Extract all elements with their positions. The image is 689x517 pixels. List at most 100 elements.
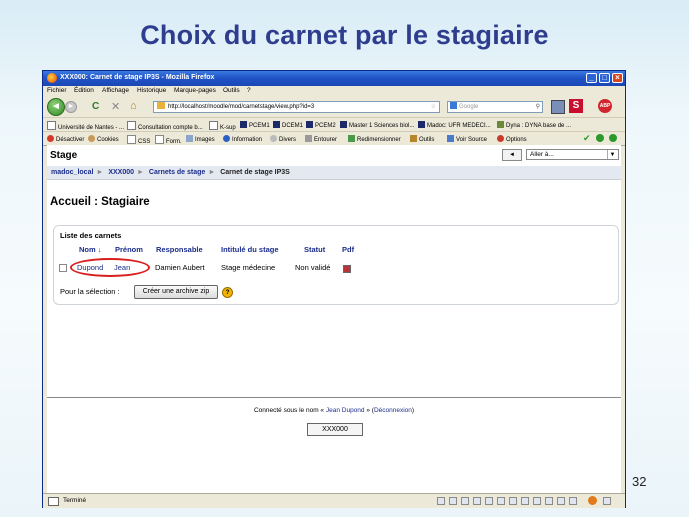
bookmark-item[interactable]: Consultation compte b... [127,121,203,131]
adblock-icon[interactable]: ABP [598,99,612,113]
bookmark-item[interactable]: Master 1 Sciences biol... [340,121,414,129]
css-icon [127,135,136,144]
status-tool-icon[interactable] [509,497,517,505]
footer-divider [47,397,621,398]
firefox-logo-icon [47,73,57,83]
menu-outils[interactable]: Outils [223,87,240,94]
status-tool-icon[interactable] [545,497,553,505]
column-header-pdf[interactable]: Pdf [342,245,354,254]
wd-images[interactable]: Images [186,135,215,143]
help-icon[interactable]: ? [222,287,233,298]
status-tool-icon[interactable] [485,497,493,505]
bookmark-item[interactable]: PCEM2 [306,121,336,129]
firefox-status-icon[interactable] [588,496,597,505]
wd-cookies[interactable]: Cookies [88,135,119,143]
maximize-button[interactable]: □ [599,73,610,83]
status-bar: Terminé [43,493,625,508]
column-header-statut[interactable]: Statut [304,245,325,254]
search-input[interactable]: Google ⚲ [447,101,543,113]
wd-voir-source[interactable]: Voir Source [447,135,487,143]
column-header-prenom[interactable]: Prénom [115,245,143,254]
prev-activity-button[interactable]: ◄ [502,149,522,161]
wd-divers[interactable]: Divers [270,135,296,143]
bookmark-item[interactable]: DCEM1 [273,121,303,129]
navigation-toolbar: ◄ ► C ✕ ⌂ http://localhost/moodle/mod/ca… [43,97,625,117]
create-zip-button[interactable]: Créer une archive zip [134,285,218,299]
chevron-down-icon: ▼ [607,150,617,159]
s-addon-icon[interactable]: S [569,99,583,113]
menu-affichage[interactable]: Affichage [102,87,129,94]
status-ok-icon[interactable] [609,134,617,142]
wd-entourer[interactable]: Entourer [305,135,337,143]
image-icon [186,135,193,142]
status-tool-icon[interactable] [437,497,445,505]
resize-icon [348,135,355,142]
bookmark-star-icon[interactable]: ☆ [431,102,436,112]
logout-link[interactable]: Déconnexion [374,407,412,414]
column-header-responsable[interactable]: Responsable [156,245,203,254]
home-icon[interactable]: ⌂ [130,100,137,112]
wd-form[interactable]: Form. [155,135,182,145]
slide-number: 32 [632,474,647,489]
status-tool-icon[interactable] [461,497,469,505]
url-bar[interactable]: http://localhost/moodle/mod/carnetstage/… [153,101,440,113]
wd-redimensionner[interactable]: Redimensionner [348,135,401,143]
stop-icon[interactable]: ✕ [111,100,120,113]
forward-arrow-icon[interactable]: ► [65,101,77,113]
menu-fichier[interactable]: Fichier [47,87,67,94]
jump-to-select[interactable]: Aller à... ▼ [526,149,619,160]
wd-options[interactable]: Options [497,135,527,143]
breadcrumb-link[interactable]: XXX000 [108,169,134,176]
status-tool-icon[interactable] [521,497,529,505]
wd-css[interactable]: CSS [127,135,150,145]
row-checkbox[interactable] [59,264,67,272]
status-tool-icon[interactable] [569,497,577,505]
bookmark-item[interactable]: PCEM1 [240,121,270,129]
resize-grip-icon[interactable] [603,497,611,505]
check-icon[interactable]: ✔ [583,133,591,144]
cell-statut: Non validé [295,263,331,272]
status-tool-icon[interactable] [557,497,565,505]
status-tool-icon[interactable] [473,497,481,505]
search-icon[interactable]: ⚲ [536,102,540,112]
breadcrumb-link[interactable]: Carnets de stage [149,169,205,176]
status-tool-icon[interactable] [497,497,505,505]
menu-edition[interactable]: Édition [74,87,94,94]
wd-information[interactable]: Information [223,135,262,143]
carnets-list-box: Liste des carnets Nom ↓ Prénom Responsab… [53,225,619,305]
wd-desactiver[interactable]: Désactiver [47,135,84,143]
column-header-nom[interactable]: Nom ↓ [79,245,102,254]
menu-historique[interactable]: Historique [137,87,166,94]
extension-icon[interactable] [551,100,565,114]
page-icon [209,121,218,130]
close-button[interactable]: × [612,73,623,83]
window-title: XXX000: Carnet de stage IP3S - Mozilla F… [60,74,215,81]
bookmark-item[interactable]: K-sup [209,121,236,131]
user-link[interactable]: Jean Dupond [326,407,365,414]
minimize-button[interactable]: _ [586,73,597,83]
source-icon [447,135,454,142]
status-ok-icon[interactable] [596,134,604,142]
status-tool-icon[interactable] [449,497,457,505]
page-icon [127,121,136,130]
bookmark-icon [418,121,425,128]
column-header-intitule[interactable]: Intitulé du stage [221,245,279,254]
course-home-button[interactable]: XXX000 [307,423,363,436]
bookmark-item[interactable]: Université de Nantes - ... [47,121,124,131]
page-content: Stage ◄ Aller à... ▼ madoc_local ► XXX000… [47,145,621,497]
bookmark-item[interactable]: Dyna : DYNA base de ... [497,121,571,129]
bookmark-icon [306,121,313,128]
pdf-icon[interactable] [343,265,351,273]
back-arrow-icon[interactable]: ◄ [47,98,65,116]
bookmark-item[interactable]: Madoc: UFR MEDECI... [418,121,491,129]
wd-outils[interactable]: Outils [410,135,434,143]
status-tool-icon[interactable] [533,497,541,505]
info-icon [223,135,230,142]
menu-marque-pages[interactable]: Marque-pages [174,87,216,94]
course-title: Stage [50,150,78,161]
cookie-icon [88,135,95,142]
outline-icon [305,135,312,142]
breadcrumb-link[interactable]: madoc_local [51,169,93,176]
reload-icon[interactable]: C [92,101,99,112]
menu-aide[interactable]: ? [247,87,251,94]
